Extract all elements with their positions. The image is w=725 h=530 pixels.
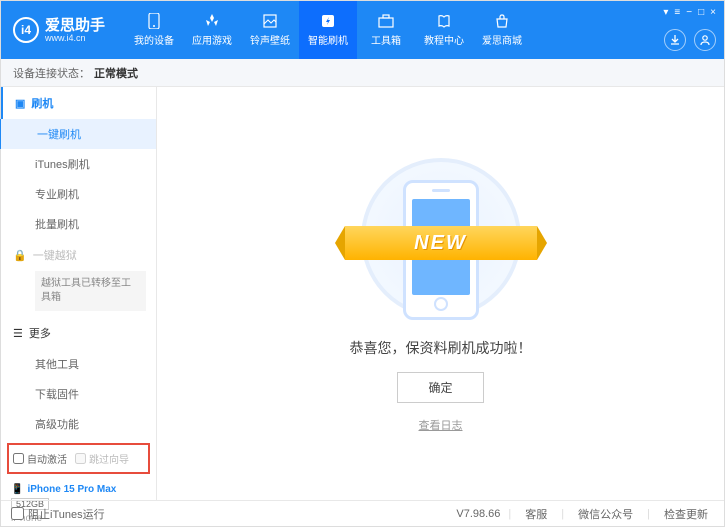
version-label: V7.98.66 — [456, 508, 500, 520]
minimize-icon[interactable]: − — [686, 7, 692, 18]
status-bar: 设备连接状态： 正常模式 — [1, 59, 724, 87]
success-message: 恭喜您，保资料刷机成功啦！ — [350, 338, 532, 358]
app-name: 爱思助手 — [45, 18, 105, 33]
window-controls: ▾ ≡ − □ × — [663, 7, 716, 18]
sidebar-flash-head[interactable]: ▣ 刷机 — [1, 87, 156, 119]
new-ribbon: NEW — [345, 226, 537, 260]
phone-icon — [146, 13, 162, 29]
options-highlight: 自动激活 跳过向导 — [7, 443, 150, 474]
footer-support[interactable]: 客服 — [519, 506, 553, 522]
app-header: i4 爱思助手 www.i4.cn 我的设备 应用游戏 铃声壁纸 智能刷机 工具… — [1, 1, 724, 59]
user-button[interactable] — [694, 29, 716, 51]
nav-ringtones[interactable]: 铃声壁纸 — [241, 1, 299, 59]
auto-activate-checkbox[interactable]: 自动激活 — [13, 451, 67, 466]
footer-check-update[interactable]: 检查更新 — [658, 506, 714, 522]
nav-tutorials[interactable]: 教程中心 — [415, 1, 473, 59]
device-phone-icon: 📱 — [11, 484, 23, 495]
sidebar-item-advanced[interactable]: 高级功能 — [1, 409, 156, 439]
lock-icon: 🔒 — [13, 249, 27, 262]
sidebar: ▣ 刷机 一键刷机 iTunes刷机 专业刷机 批量刷机 🔒 一键越狱 越狱工具… — [1, 87, 157, 500]
store-icon — [494, 13, 510, 29]
list-icon: ☰ — [13, 327, 23, 340]
nav-my-device[interactable]: 我的设备 — [125, 1, 183, 59]
view-log-link[interactable]: 查看日志 — [419, 417, 463, 433]
nav-apps[interactable]: 应用游戏 — [183, 1, 241, 59]
footer: 阻止iTunes运行 V7.98.66 | 客服 | 微信公众号 | 检查更新 — [1, 500, 724, 526]
toolbox-icon — [378, 13, 394, 29]
nav-store[interactable]: 爱思商城 — [473, 1, 531, 59]
status-label: 设备连接状态： — [13, 65, 90, 81]
main-content: NEW 恭喜您，保资料刷机成功啦！ 确定 查看日志 — [157, 87, 724, 500]
skin-icon[interactable]: ≡ — [674, 7, 680, 18]
success-illustration: NEW — [351, 154, 531, 324]
flash-small-icon: ▣ — [15, 97, 25, 110]
close-icon[interactable]: × — [710, 7, 716, 18]
menu-icon[interactable]: ▾ — [663, 7, 668, 18]
sidebar-item-other-tools[interactable]: 其他工具 — [1, 349, 156, 379]
maximize-icon[interactable]: □ — [698, 7, 704, 18]
block-itunes-checkbox[interactable]: 阻止iTunes运行 — [11, 506, 105, 522]
device-name[interactable]: 📱 iPhone 15 Pro Max — [11, 484, 146, 495]
sidebar-item-download-fw[interactable]: 下载固件 — [1, 379, 156, 409]
status-mode: 正常模式 — [94, 65, 138, 81]
app-url: www.i4.cn — [45, 33, 105, 43]
sidebar-more-head[interactable]: ☰ 更多 — [1, 317, 156, 349]
main-nav: 我的设备 应用游戏 铃声壁纸 智能刷机 工具箱 教程中心 爱思商城 — [125, 1, 531, 59]
sidebar-item-onekey[interactable]: 一键刷机 — [0, 119, 156, 149]
logo: i4 爱思助手 www.i4.cn — [1, 17, 117, 43]
nav-smart-flash[interactable]: 智能刷机 — [299, 1, 357, 59]
sidebar-item-itunes[interactable]: iTunes刷机 — [1, 149, 156, 179]
footer-wechat[interactable]: 微信公众号 — [572, 506, 639, 522]
book-icon — [436, 13, 452, 29]
nav-toolbox[interactable]: 工具箱 — [357, 1, 415, 59]
jailbreak-note: 越狱工具已转移至工具箱 — [35, 271, 146, 311]
sidebar-item-batch[interactable]: 批量刷机 — [1, 209, 156, 239]
flash-icon — [320, 13, 336, 29]
skip-guide-checkbox[interactable]: 跳过向导 — [75, 451, 129, 466]
sidebar-jailbreak-head[interactable]: 🔒 一键越狱 — [1, 239, 156, 271]
download-button[interactable] — [664, 29, 686, 51]
wallpaper-icon — [262, 13, 278, 29]
logo-icon: i4 — [13, 17, 39, 43]
apps-icon — [204, 13, 220, 29]
ok-button[interactable]: 确定 — [397, 372, 483, 403]
sidebar-item-pro[interactable]: 专业刷机 — [1, 179, 156, 209]
